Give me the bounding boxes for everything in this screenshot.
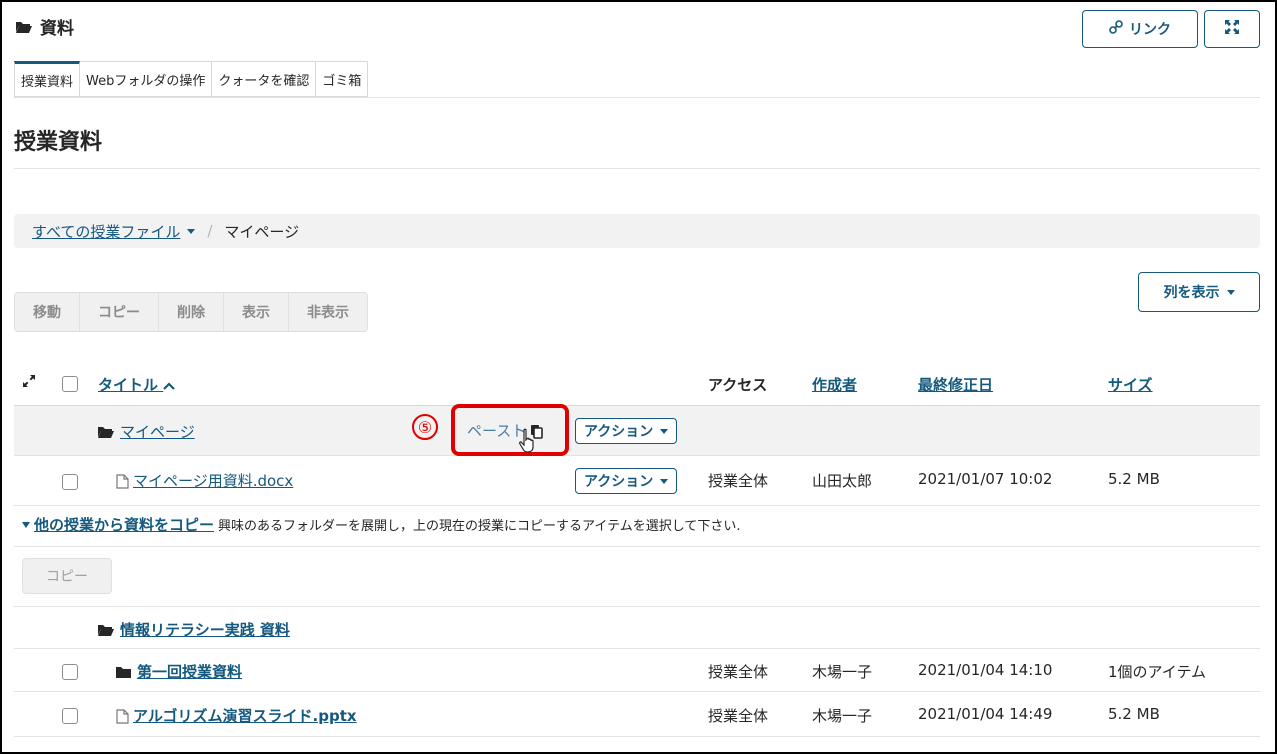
caret-down-icon	[660, 478, 669, 484]
link-button-label: リンク	[1129, 22, 1171, 38]
file-name: アルゴリズム演習スライド.pptx	[133, 707, 357, 725]
size-cell: 5.2 MB	[1108, 705, 1160, 723]
action-button-group: 移動 コピー 削除 表示 非表示	[14, 292, 368, 332]
folder-action-button[interactable]: アクション	[575, 418, 678, 444]
tool-title-text: 資料	[40, 19, 74, 39]
folder-open-icon	[98, 423, 114, 441]
modified-cell: 2021/01/04 14:10	[918, 661, 1053, 679]
tab-course-materials[interactable]: 授業資料	[14, 61, 81, 97]
copy-description: 興味のあるフォルダーを展開し，上の現在の授業にコピーするアイテムを選択して下さい…	[218, 519, 741, 534]
size-cell: 5.2 MB	[1108, 470, 1160, 488]
file-name: マイページ用資料.docx	[133, 472, 294, 490]
other-course-folder[interactable]: 情報リテラシー実践 資料	[98, 619, 290, 640]
copy-from-other-section: 他の授業から資料をコピー 興味のあるフォルダーを展開し，上の現在の授業にコピーす…	[22, 514, 740, 535]
tab-trash[interactable]: ゴミ箱	[316, 61, 369, 97]
annotation-step-number: ⑤	[412, 414, 438, 440]
access-cell: 授業全体	[708, 707, 769, 725]
hide-button[interactable]: 非表示	[289, 292, 368, 332]
copy-from-other-link[interactable]: 他の授業から資料をコピー	[22, 514, 214, 535]
chevron-up-icon	[163, 376, 176, 394]
caret-down-icon	[1226, 289, 1235, 295]
tab-quota[interactable]: クォータを確認	[212, 61, 317, 97]
table-header: タイトル アクセス 作成者 最終修正日 サイズ	[14, 362, 1260, 406]
resources-page: 資料 リンク 授業資料 Webフォルダの操作 クォータを確認 ゴミ箱 授業資料 …	[14, 0, 1262, 754]
modified-cell: 2021/01/04 14:49	[918, 705, 1053, 723]
tab-web-folder[interactable]: Webフォルダの操作	[80, 61, 213, 97]
action-label: アクション	[584, 424, 654, 440]
delete-button[interactable]: 削除	[159, 292, 224, 332]
link-button[interactable]: リンク	[1082, 10, 1198, 48]
size-cell: 1個のアイテム	[1108, 663, 1207, 681]
page-title: 授業資料	[14, 130, 103, 155]
subfolder-name: 第一回授業資料	[137, 663, 243, 681]
table-row: 情報リテラシー実践 資料	[14, 607, 1260, 649]
move-button[interactable]: 移動	[14, 292, 80, 332]
paste-highlight: ペースト	[451, 404, 569, 456]
modified-column-header[interactable]: 最終修正日	[918, 374, 993, 395]
title-header-label: タイトル	[98, 376, 159, 394]
expand-all-icon[interactable]	[22, 374, 36, 392]
caret-down-icon	[22, 521, 30, 528]
access-cell: 授業全体	[708, 663, 769, 681]
select-all-checkbox[interactable]	[62, 376, 78, 392]
file-icon	[116, 472, 129, 490]
link-icon	[1109, 20, 1123, 38]
caret-down-icon	[660, 428, 669, 434]
folder-link[interactable]: マイページ	[98, 421, 195, 442]
table-row: アルゴリズム演習スライド.pptx 授業全体 木場一子 2021/01/04 1…	[14, 693, 1260, 737]
row-checkbox[interactable]	[62, 664, 78, 680]
folder-open-icon	[98, 621, 114, 639]
action-label: アクション	[584, 474, 654, 490]
subfolder-link[interactable]: 第一回授業資料	[116, 661, 242, 682]
tool-title: 資料	[16, 14, 74, 39]
fullscreen-button[interactable]	[1204, 10, 1260, 48]
breadcrumb: すべての授業ファイル / マイページ	[14, 214, 1260, 248]
row-checkbox[interactable]	[62, 474, 78, 490]
creator-cell: 山田太郎	[812, 472, 873, 490]
copy-button[interactable]: コピー	[80, 292, 159, 332]
title-column-header[interactable]: タイトル	[98, 374, 176, 395]
breadcrumb-current: マイページ	[224, 222, 300, 241]
other-course-folder-name: 情報リテラシー実践 資料	[120, 621, 290, 639]
tab-bar: 授業資料 Webフォルダの操作 クォータを確認 ゴミ箱	[14, 61, 369, 97]
modified-cell: 2021/01/07 10:02	[918, 470, 1053, 488]
breadcrumb-root-label: すべての授業ファイル	[32, 222, 181, 241]
creator-cell: 木場一子	[812, 663, 873, 681]
breadcrumb-root[interactable]: すべての授業ファイル	[32, 221, 196, 242]
divider	[14, 97, 1260, 98]
table-row: 第一回授業資料 授業全体 木場一子 2021/01/04 14:10 1個のアイ…	[14, 650, 1260, 692]
file-icon	[116, 707, 129, 725]
folder-open-icon	[16, 21, 32, 33]
copy-from-other-label: 他の授業から資料をコピー	[34, 516, 215, 534]
file-link[interactable]: アルゴリズム演習スライド.pptx	[116, 705, 357, 726]
creator-column-header[interactable]: 作成者	[812, 374, 857, 395]
copy-items-button[interactable]: コピー	[22, 558, 112, 594]
show-columns-label: 列を表示	[1163, 285, 1220, 301]
row-checkbox[interactable]	[62, 708, 78, 724]
breadcrumb-separator: /	[207, 222, 213, 240]
access-cell: 授業全体	[708, 472, 769, 490]
creator-cell: 木場一子	[812, 707, 873, 725]
hand-cursor-icon	[518, 428, 538, 458]
table-row: マイページ アクション	[14, 406, 1260, 456]
expand-icon	[1224, 19, 1240, 39]
caret-down-icon	[187, 228, 196, 234]
access-column-header: アクセス	[708, 376, 768, 394]
divider	[14, 168, 1260, 169]
folder-icon	[116, 663, 131, 681]
size-column-header[interactable]: サイズ	[1108, 374, 1153, 395]
table-row: マイページ用資料.docx アクション 授業全体 山田太郎 2021/01/07…	[14, 456, 1260, 506]
show-button[interactable]: 表示	[224, 292, 289, 332]
folder-name: マイページ	[120, 423, 195, 441]
file-link[interactable]: マイページ用資料.docx	[116, 470, 293, 491]
file-action-button[interactable]: アクション	[575, 468, 678, 494]
divider	[14, 546, 1260, 547]
show-columns-button[interactable]: 列を表示	[1138, 272, 1260, 312]
